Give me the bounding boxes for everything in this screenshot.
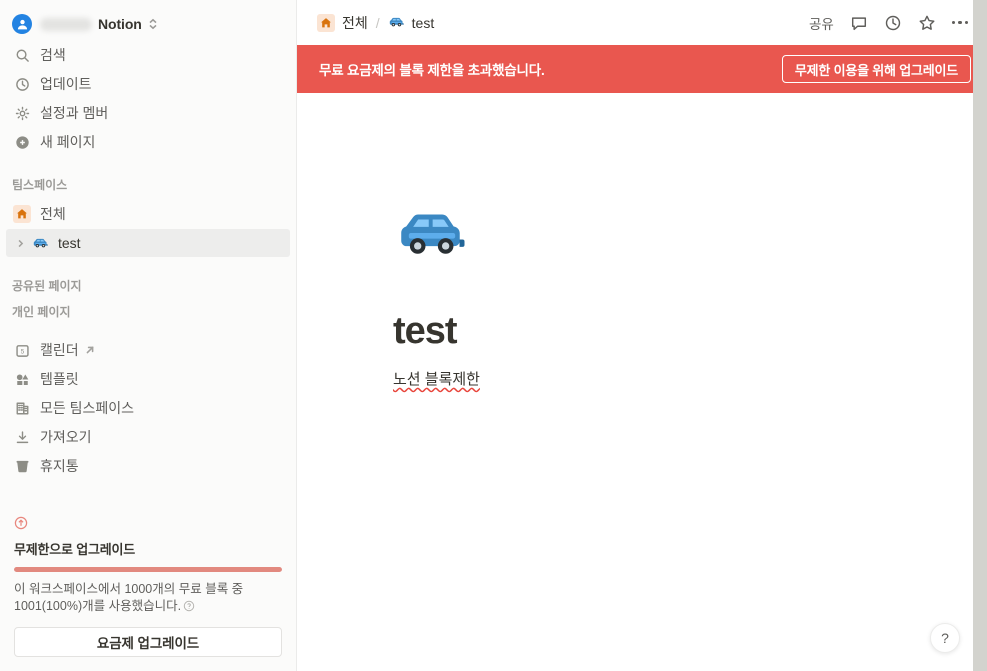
sidebar-item-trash[interactable]: 휴지통 [6, 452, 290, 480]
search-icon [12, 48, 32, 63]
breadcrumb-item-test[interactable]: test [382, 12, 441, 33]
sidebar-item-search[interactable]: 검색 [6, 41, 290, 69]
sidebar-item-label: test [58, 235, 81, 251]
block-limit-banner: 무료 요금제의 블록 제한을 초과했습니다. 무제한 이용을 위해 업그레이드 [297, 45, 987, 93]
sidebar-item-settings[interactable]: 설정과 멤버 [6, 99, 290, 127]
svg-text:5: 5 [20, 348, 24, 355]
chevron-right-icon[interactable] [12, 239, 28, 248]
page-content: test 노션 블록제한 [297, 93, 987, 391]
sidebar-item-label: 설정과 멤버 [40, 105, 109, 121]
block-usage-text: 이 워크스페이스에서 1000개의 무료 블록 중 1001(100%)개를 사… [14, 581, 244, 614]
sidebar-item-label: 업데이트 [40, 76, 92, 92]
house-emoji [317, 13, 335, 32]
house-emoji [12, 205, 32, 223]
chevron-updown-icon [148, 18, 158, 30]
car-emoji [388, 14, 405, 31]
sidebar-item-label: 새 페이지 [40, 134, 96, 150]
question-circle-icon[interactable] [183, 600, 195, 612]
share-label: 공유 [808, 16, 834, 32]
block-usage-description: 이 워크스페이스에서 1000개의 무료 블록 중 1001(100%)개를 사… [14, 581, 282, 617]
breadcrumb-item-all[interactable]: 전체 [311, 11, 374, 35]
breadcrumb: 전체 / test [311, 11, 802, 35]
favorite-button[interactable] [911, 9, 943, 37]
import-icon [12, 430, 32, 445]
question-mark-icon: ? [941, 630, 949, 646]
banner-upgrade-button[interactable]: 무제한 이용을 위해 업그레이드 [781, 55, 971, 83]
gear-icon [12, 106, 32, 121]
star-icon [919, 15, 935, 30]
sidebar-top: Notion 검색 업데이트 설정과 멤버 새 페이지 팀스페이스 전체 tes… [0, 0, 296, 481]
user-avatar-icon [12, 14, 32, 34]
sidebar-item-import[interactable]: 가져오기 [6, 423, 290, 451]
page-scrollbar[interactable] [973, 0, 987, 671]
page-paragraph-text[interactable]: 노션 블록제한 [393, 369, 480, 392]
external-link-icon [85, 345, 95, 355]
page-title[interactable]: test [393, 310, 987, 353]
sidebar-section-private: 개인 페이지 [12, 305, 71, 319]
upgrade-card: 무제한으로 업그레이드 이 워크스페이스에서 1000개의 무료 블록 중 10… [0, 516, 296, 671]
topbar-actions: 공유 [802, 9, 975, 37]
sidebar-item-label: 검색 [40, 47, 66, 63]
sidebar-item-label: 휴지통 [40, 458, 79, 474]
sidebar-item-label: 전체 [40, 206, 66, 222]
templates-icon [12, 372, 32, 387]
sidebar-item-label: 모든 팀스페이스 [40, 400, 135, 416]
sidebar-item-test[interactable]: test [6, 229, 290, 257]
arrow-up-circle-icon [14, 516, 282, 535]
workspace-switcher[interactable]: Notion [6, 8, 290, 40]
main-area: 전체 / test 공유 무료 요금제의 블록 제한을 초과했습니다. 무제한 … [297, 0, 987, 671]
topbar: 전체 / test 공유 [297, 0, 987, 45]
updates-clock-icon [885, 15, 901, 30]
share-button[interactable]: 공유 [802, 9, 841, 37]
page-icon-car-emoji[interactable] [393, 197, 471, 275]
comments-button[interactable] [843, 9, 875, 37]
banner-message: 무료 요금제의 블록 제한을 초과했습니다. [319, 63, 545, 78]
plus-circle-icon [12, 135, 32, 150]
upgrade-title: 무제한으로 업그레이드 [14, 541, 136, 557]
sidebar-item-calendar[interactable]: 5 캘린더 [6, 336, 290, 364]
sidebar-item-templates[interactable]: 템플릿 [6, 365, 290, 393]
breadcrumb-separator: / [375, 14, 380, 31]
help-button[interactable]: ? [930, 623, 960, 653]
notion-app-window: Notion 검색 업데이트 설정과 멤버 새 페이지 팀스페이스 전체 tes… [0, 0, 987, 671]
trash-icon [12, 459, 32, 474]
sidebar-item-label: 가져오기 [40, 429, 92, 445]
clock-icon [12, 77, 32, 92]
sidebar-item-all-teamspaces[interactable]: 모든 팀스페이스 [6, 394, 290, 422]
car-emoji [30, 235, 50, 252]
upgrade-plan-button[interactable]: 요금제 업그레이드 [14, 627, 282, 657]
sidebar-item-label: 템플릿 [40, 371, 79, 387]
calendar-icon: 5 [12, 343, 32, 358]
block-usage-progressbar [14, 566, 282, 572]
comments-icon [851, 16, 866, 30]
page-paragraph-block[interactable]: 노션 블록제한 [393, 369, 987, 392]
workspace-name: Notion [98, 16, 142, 32]
more-dots-icon [951, 20, 968, 25]
sidebar: Notion 검색 업데이트 설정과 멤버 새 페이지 팀스페이스 전체 tes… [0, 0, 297, 671]
sidebar-item-all-teamspace[interactable]: 전체 [6, 200, 290, 228]
sidebar-item-label: 캘린더 [40, 342, 79, 358]
sidebar-item-updates[interactable]: 업데이트 [6, 70, 290, 98]
sidebar-section-teamspace: 팀스페이스 [12, 178, 68, 192]
more-options-button[interactable] [945, 9, 975, 37]
block-usage-progress-fill [14, 566, 282, 572]
updates-button[interactable] [877, 9, 909, 37]
sidebar-item-new-page[interactable]: 새 페이지 [6, 128, 290, 156]
workspace-name-redacted [40, 17, 92, 31]
sidebar-section-shared: 공유된 페이지 [12, 279, 82, 293]
breadcrumb-label: 전체 [342, 14, 368, 31]
breadcrumb-label: test [411, 14, 435, 31]
building-icon [12, 401, 32, 416]
page-inner: test 노션 블록제한 [297, 93, 987, 391]
